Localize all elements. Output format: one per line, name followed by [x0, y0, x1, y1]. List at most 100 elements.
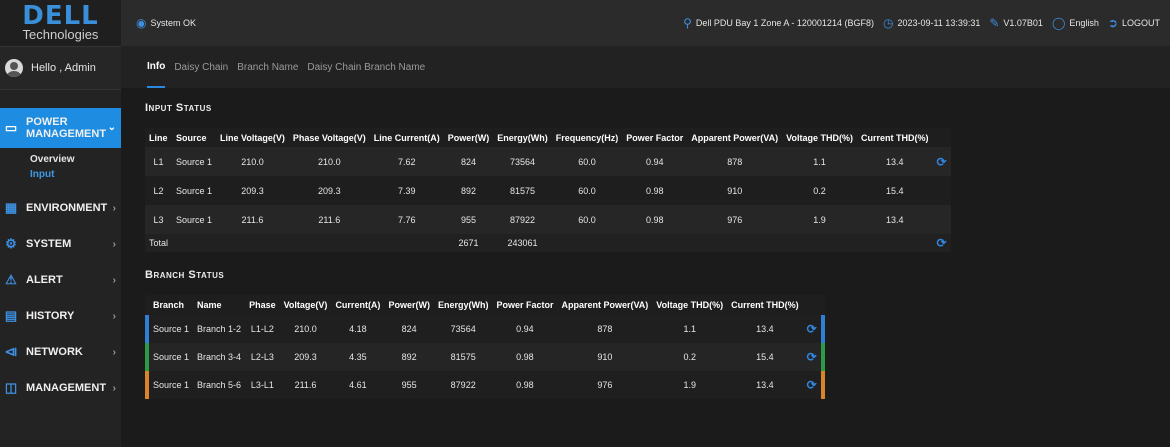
dell-logo: DELL Technologies: [0, 0, 121, 46]
globe-icon: ◯: [1051, 16, 1066, 30]
nav-item-environment[interactable]: ▦ ENVIRONMENT ›: [0, 190, 121, 226]
table-cell: Branch 5-6: [193, 371, 246, 399]
table-cell: 910: [687, 176, 783, 205]
table-cell: Source 1: [172, 176, 217, 205]
row-color-bar: [820, 371, 825, 399]
column-header: Line Voltage(V): [216, 128, 289, 147]
table-cell: 976: [557, 371, 653, 399]
table-cell: 13.4: [727, 315, 803, 343]
table-cell: 0.98: [492, 343, 558, 371]
table-cell: 211.6: [279, 371, 332, 399]
refresh-icon[interactable]: ⟳: [807, 378, 817, 392]
management-icon: ◫: [4, 380, 18, 395]
nav-label: POWER MANAGEMENT: [26, 116, 107, 140]
column-header: Branch: [149, 295, 194, 315]
input-status-table: Line Source Line Voltage(V) Phase Voltag…: [145, 128, 951, 252]
logout-button[interactable]: ➲ LOGOUT: [1108, 16, 1160, 30]
chevron-right-icon: ›: [112, 382, 116, 394]
table-cell: 892: [443, 176, 494, 205]
table-row: Source 1 Branch 1-2 L1-L2 210.0 4.18 824…: [145, 315, 825, 343]
table-cell: 0.2: [652, 343, 728, 371]
language-selector[interactable]: ◯ English: [1052, 16, 1099, 30]
user-greeting: Hello , Admin: [0, 46, 121, 90]
column-header: Current(A): [331, 295, 385, 315]
sidebar: DELL Technologies Hello , Admin ▭ POWER …: [0, 0, 121, 447]
system-status[interactable]: ◉ System OK: [136, 16, 196, 30]
table-cell: 0.2: [782, 176, 857, 205]
table-cell: 4.61: [331, 371, 385, 399]
table-cell: 60.0: [551, 176, 623, 205]
tab-daisy-chain-branch-name[interactable]: Daisy Chain Branch Name: [307, 46, 425, 88]
column-header: Power(W): [384, 295, 434, 315]
nav-item-alert[interactable]: ⚠ ALERT ›: [0, 262, 121, 298]
table-cell: L3-L1: [245, 371, 280, 399]
tab-bar: Info Daisy Chain Branch Name Daisy Chain…: [121, 46, 1170, 88]
table-row: L3 Source 1 211.6 211.6 7.76 955 87922 6…: [145, 205, 951, 234]
column-header: Line: [145, 128, 173, 147]
table-cell: 4.18: [331, 315, 385, 343]
subnav: Overview Input: [0, 148, 121, 190]
subnav-item-input[interactable]: Input: [30, 169, 121, 184]
table-header-row: Line Source Line Voltage(V) Phase Voltag…: [145, 128, 951, 147]
column-header: Power(W): [443, 128, 494, 147]
column-header: Name: [193, 295, 246, 315]
total-label: Total: [145, 234, 173, 252]
datetime: ◷ 2023-09-11 13:39:31: [882, 16, 981, 30]
main-content: Info Daisy Chain Branch Name Daisy Chain…: [121, 46, 1170, 447]
nav-label: NETWORK: [26, 346, 83, 358]
calendar-icon: ▤: [4, 308, 18, 323]
table-cell: 1.9: [782, 205, 857, 234]
network-icon: ⧏: [4, 344, 18, 359]
refresh-icon[interactable]: ⟳: [807, 350, 817, 364]
chevron-right-icon: ›: [112, 346, 116, 358]
column-header: Line Current(A): [369, 128, 444, 147]
table-cell: Branch 3-4: [193, 343, 246, 371]
tab-daisy-chain[interactable]: Daisy Chain: [174, 46, 228, 88]
nav-item-system[interactable]: ⚙ SYSTEM ›: [0, 226, 121, 262]
nav-label: MANAGEMENT: [26, 382, 107, 394]
table-cell: 81575: [433, 343, 493, 371]
clock-icon: ◷: [882, 16, 894, 30]
table-cell: 824: [443, 147, 494, 176]
nav-item-network[interactable]: ⧏ NETWORK ›: [0, 334, 121, 370]
table-cell: 878: [687, 147, 783, 176]
nav-label: HISTORY: [26, 310, 75, 322]
column-header: Energy(Wh): [493, 128, 552, 147]
table-cell: L1-L2: [245, 315, 280, 343]
pencil-icon: ✎: [989, 16, 1000, 30]
nav-item-power-management[interactable]: ▭ POWER MANAGEMENT ⌄: [0, 108, 121, 148]
table-cell: 210.0: [279, 315, 332, 343]
chevron-right-icon: ›: [112, 310, 116, 322]
table-cell: 209.3: [216, 176, 289, 205]
column-header: Voltage(V): [279, 295, 332, 315]
tab-branch-name[interactable]: Branch Name: [237, 46, 298, 88]
greeting-text: Hello , Admin: [31, 62, 96, 74]
table-cell: 7.76: [369, 205, 444, 234]
table-cell: L2: [145, 176, 173, 205]
nav-item-history[interactable]: ▤ HISTORY ›: [0, 298, 121, 334]
table-cell: 824: [384, 315, 434, 343]
nav-label: SYSTEM: [26, 238, 72, 250]
table-cell: 209.3: [279, 343, 332, 371]
table-cell: 878: [557, 315, 653, 343]
refresh-icon[interactable]: ⟳: [936, 155, 946, 169]
power-management-icon: ▭: [4, 120, 18, 135]
chevron-right-icon: ›: [112, 238, 116, 250]
branch-status-table: Branch Name Phase Voltage(V) Current(A) …: [145, 295, 825, 399]
column-header: Current THD(%): [856, 128, 933, 147]
table-cell: L2-L3: [245, 343, 280, 371]
subnav-item-overview[interactable]: Overview: [30, 154, 121, 169]
table-cell: 910: [557, 343, 653, 371]
table-cell: Source 1: [172, 205, 217, 234]
table-cell: 1.1: [782, 147, 857, 176]
refresh-icon[interactable]: ⟳: [936, 236, 946, 250]
nav-label: ALERT: [26, 274, 63, 286]
refresh-icon[interactable]: ⟳: [807, 322, 817, 336]
column-header: Voltage THD(%): [652, 295, 728, 315]
tab-info[interactable]: Info: [147, 46, 166, 88]
nav-item-management[interactable]: ◫ MANAGEMENT ›: [0, 370, 121, 406]
gear-icon: ⚙: [5, 236, 17, 251]
table-cell: 87922: [433, 371, 493, 399]
column-header: Apparent Power(VA): [687, 128, 783, 147]
row-color-bar: [820, 315, 825, 343]
